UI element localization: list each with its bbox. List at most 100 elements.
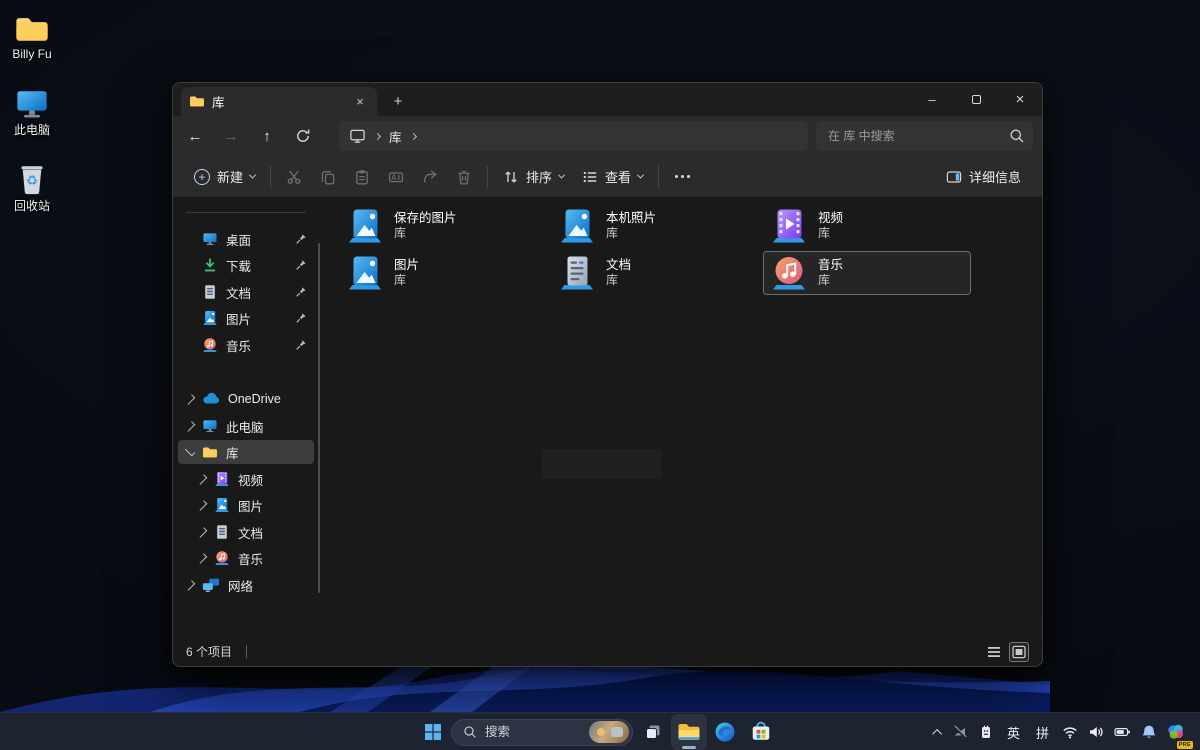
item-name: 视频 (818, 211, 843, 227)
library-tile-pictures[interactable]: 图片 库 (339, 251, 547, 295)
sidebar-item-videos-library[interactable]: 视频 (178, 467, 314, 491)
battery-icon (1114, 724, 1131, 740)
sidebar-item-label: 库 (226, 443, 239, 462)
share-button[interactable] (413, 161, 447, 193)
breadcrumb[interactable]: 库 (339, 121, 808, 151)
sidebar-item-network[interactable]: 网络 (178, 573, 314, 597)
sidebar-item-pictures-library[interactable]: 图片 (178, 493, 314, 517)
details-view-button[interactable] (984, 642, 1004, 662)
details-pane-button[interactable]: 详细信息 (937, 161, 1030, 193)
delete-button[interactable] (447, 161, 481, 193)
sidebar-item-music-library[interactable]: 音乐 (178, 546, 314, 570)
back-button[interactable]: ← (177, 120, 213, 152)
large-icons-view-button[interactable] (1009, 642, 1029, 662)
breadcrumb-item-libraries[interactable]: 库 (389, 127, 402, 146)
share-icon (422, 169, 438, 185)
sidebar-item-onedrive[interactable]: OneDrive (178, 387, 314, 411)
new-tab-button[interactable]: + (385, 89, 411, 113)
file-explorer-taskbar-button[interactable] (671, 714, 707, 750)
cut-button[interactable] (277, 161, 311, 193)
view-button[interactable]: 查看 (573, 161, 652, 193)
battery-button[interactable] (1109, 716, 1136, 748)
edge-icon (714, 721, 736, 743)
search-box[interactable] (816, 121, 1033, 151)
tab-title: 库 (212, 92, 344, 111)
tab-close-button[interactable]: × (351, 93, 369, 111)
task-view-button[interactable] (635, 714, 671, 750)
edge-taskbar-button[interactable] (707, 714, 743, 750)
large-icons-view-icon (1011, 644, 1027, 660)
divider (186, 212, 306, 213)
sidebar-item-this-pc[interactable]: 此电脑 (178, 414, 314, 438)
videos-library-icon (770, 207, 808, 245)
item-kind: 库 (818, 226, 843, 241)
ime-language-button[interactable]: 英 (999, 716, 1028, 748)
download-icon (202, 257, 218, 273)
sort-button[interactable]: 排序 (494, 161, 573, 193)
music-icon (214, 550, 230, 566)
item-name: 音乐 (818, 258, 843, 274)
tray-device-button[interactable] (973, 716, 999, 748)
item-kind: 库 (606, 226, 656, 241)
library-tile-music[interactable]: 音乐 库 (763, 251, 971, 295)
volume-button[interactable] (1083, 716, 1109, 748)
sidebar-item-label: 文档 (226, 283, 251, 302)
plus-icon: + (194, 169, 210, 185)
divider (246, 645, 247, 658)
sidebar-item-documents-library[interactable]: 文档 (178, 520, 314, 544)
notifications-button[interactable] (1136, 716, 1162, 748)
desktop-icon-this-pc[interactable]: 此电脑 (2, 82, 62, 138)
desktop-icon-recycle-bin[interactable]: 回收站 (2, 158, 62, 214)
minimize-button[interactable]: – (910, 83, 954, 115)
trash-icon (456, 169, 472, 185)
sidebar-item-libraries[interactable]: 库 (178, 440, 314, 464)
up-button[interactable]: ↑ (249, 120, 285, 152)
more-button[interactable] (665, 161, 699, 193)
desktop-icon-column: Billy Fu 此电脑 回收站 (2, 6, 62, 233)
copilot-button[interactable]: PRE (1162, 716, 1190, 748)
pin-icon (295, 339, 307, 351)
folder-icon (202, 446, 218, 459)
library-tile-videos[interactable]: 视频 库 (763, 204, 971, 248)
ime-mode-button[interactable]: 拼 (1028, 716, 1057, 748)
tray-slashed-button[interactable] (947, 716, 973, 748)
sidebar-item-label: 视频 (238, 470, 263, 489)
sidebar-item-label: 图片 (226, 309, 251, 328)
sidebar-item-documents[interactable]: 文档 (178, 280, 314, 304)
tray-slashed-icon (952, 724, 968, 740)
desktop-icon-billy-fu[interactable]: Billy Fu (2, 6, 62, 62)
show-hidden-icons-button[interactable] (930, 716, 947, 748)
copy-button[interactable] (311, 161, 345, 193)
library-tile-documents[interactable]: 文档 库 (551, 251, 759, 295)
sidebar-item-desktop[interactable]: 桌面 (178, 227, 314, 251)
search-input[interactable] (828, 129, 1009, 143)
sort-icon (503, 169, 519, 185)
close-button[interactable]: × (998, 83, 1042, 115)
widgets-weather-thumbnail[interactable] (589, 721, 629, 743)
forward-button[interactable]: → (213, 120, 249, 152)
rename-icon (388, 169, 404, 185)
maximize-icon (972, 95, 981, 104)
tab-libraries[interactable]: 库 × (181, 87, 377, 116)
wifi-button[interactable] (1057, 716, 1083, 748)
paste-icon (354, 169, 370, 185)
library-tile-camera-roll[interactable]: 本机照片 库 (551, 204, 759, 248)
maximize-button[interactable] (954, 83, 998, 115)
new-button[interactable]: + 新建 (185, 161, 264, 193)
sidebar-item-music[interactable]: 音乐 (178, 333, 314, 357)
taskbar-search-box[interactable] (451, 719, 633, 746)
rename-button[interactable] (379, 161, 413, 193)
taskbar-search-input[interactable] (485, 725, 581, 739)
network-icon (202, 577, 220, 593)
start-button[interactable] (415, 714, 451, 750)
desktop-icon (202, 231, 218, 247)
details-label: 详细信息 (969, 167, 1021, 186)
pin-icon (295, 286, 307, 298)
sidebar-item-downloads[interactable]: 下载 (178, 253, 314, 277)
store-taskbar-button[interactable] (743, 714, 779, 750)
library-tile-saved-pictures[interactable]: 保存的图片 库 (339, 204, 547, 248)
refresh-button[interactable] (285, 120, 321, 152)
paste-button[interactable] (345, 161, 379, 193)
items-view[interactable]: 保存的图片 库 本机照片 库 视频 库 图片 库 文档 库 (320, 198, 1042, 637)
sidebar-item-pictures[interactable]: 图片 (178, 306, 314, 330)
